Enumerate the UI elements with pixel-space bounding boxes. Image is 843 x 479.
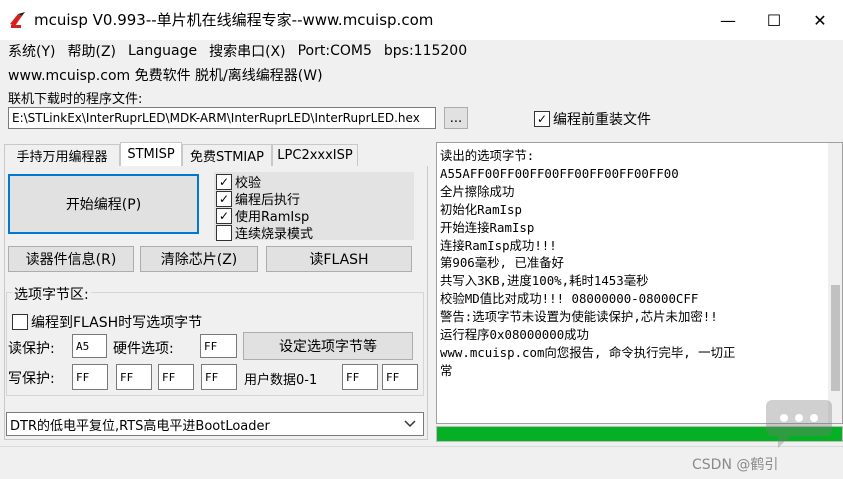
checkbox-box[interactable]: ✓: [216, 207, 232, 224]
log-line: 开始连接RamIsp: [440, 219, 535, 235]
checkbox-box[interactable]: [12, 314, 28, 330]
user-data-input-1[interactable]: FF: [382, 364, 418, 390]
maximize-button[interactable]: ☐: [751, 0, 797, 40]
menu-bps[interactable]: bps:115200: [378, 43, 473, 59]
log-scrollbar[interactable]: [828, 143, 842, 423]
write-protect-label: 写保护:: [8, 371, 55, 387]
menu-help[interactable]: 帮助(Z): [61, 41, 122, 61]
hardware-option-label: 硬件选项:: [113, 341, 174, 357]
log-line: 连接RamIsp成功!!!: [440, 237, 557, 253]
log-line: 常: [440, 362, 453, 378]
log-text: 读出的选项字节: A55AFF00FF00FF00FF00FF00FF00FF00…: [440, 147, 735, 380]
log-line: 初始化RamIsp: [440, 201, 522, 217]
menu-search-port[interactable]: 搜索串口(X): [203, 41, 292, 61]
write-protect-input-0[interactable]: FF: [72, 364, 108, 390]
minimize-button[interactable]: —: [705, 0, 751, 40]
program-file-path-input[interactable]: E:\STLinkEx\InterRuprLED\MDK-ARM\InterRu…: [8, 107, 436, 129]
reload-before-program-checkbox[interactable]: ✓ 编程前重装文件: [534, 109, 651, 129]
user-data-input-0[interactable]: FF: [342, 364, 378, 390]
log-line: 共写入3KB,进度100%,耗时1453毫秒: [440, 273, 649, 289]
close-button[interactable]: ✕: [797, 0, 843, 40]
continuous-burn-label: 连续烧录模式: [235, 227, 314, 242]
log-line: 校验MD值比对成功!!! 08000000-08000CFF: [440, 291, 699, 307]
browse-file-button[interactable]: ...: [444, 107, 468, 129]
checkbox-box[interactable]: ✓: [534, 111, 550, 127]
menu-bar-secondary: www.mcuisp.com 免费软件 脱机/离线编程器(W): [2, 64, 329, 86]
write-protect-input-2[interactable]: FF: [158, 364, 194, 390]
minimize-icon: —: [720, 10, 736, 30]
log-output[interactable]: 读出的选项字节: A55AFF00FF00FF00FF00FF00FF00FF00…: [436, 142, 843, 424]
boot-mode-value: DTR的低电平复位,RTS高电平进BootLoader: [10, 418, 270, 434]
log-line: www.mcuisp.com向您报告, 命令执行完毕, 一切正: [440, 344, 736, 360]
log-line: 读出的选项字节:: [440, 148, 535, 163]
log-line: 全片擦除成功: [440, 183, 515, 199]
chat-watermark-icon: [764, 398, 834, 450]
csdn-watermark: CSDN @鹤引: [692, 457, 779, 473]
hardware-option-input[interactable]: FF: [200, 334, 237, 358]
tab-free-stmiap[interactable]: 免费STMIAP: [182, 144, 272, 166]
tab-handheld-programmer[interactable]: 手持万用编程器: [4, 144, 120, 166]
menu-bar: 系统(Y) 帮助(Z) Language 搜索串口(X) Port:COM5 b…: [2, 40, 473, 62]
user-data-label: 用户数据0-1: [244, 373, 318, 388]
app-logo-icon: [8, 10, 28, 30]
erase-chip-button[interactable]: 清除芯片(Z): [140, 246, 258, 272]
read-protect-input[interactable]: A5: [72, 334, 107, 358]
log-line: 警告:选项字节未设置为使能读保护,芯片未加密!!: [440, 309, 718, 325]
checkbox-box[interactable]: [216, 224, 232, 241]
checkbox-box[interactable]: ✓: [216, 190, 232, 207]
menu-port[interactable]: Port:COM5: [292, 43, 378, 59]
reload-before-program-label: 编程前重装文件: [553, 112, 651, 128]
option-bytes-title: 选项字节区:: [12, 284, 91, 304]
write-protect-input-1[interactable]: FF: [116, 364, 152, 390]
chevron-down-icon[interactable]: [402, 416, 418, 432]
continuous-burn-checkbox[interactable]: 连续烧录模式: [216, 223, 313, 242]
write-option-bytes-checkbox[interactable]: 编程到FLASH时写选项字节: [12, 312, 202, 332]
set-option-bytes-button[interactable]: 设定选项字节等: [243, 332, 413, 360]
log-scrollbar-thumb[interactable]: [831, 285, 840, 391]
close-icon: ✕: [813, 10, 827, 30]
read-flash-button[interactable]: 读FLASH: [266, 246, 412, 272]
menu-language[interactable]: Language: [122, 43, 203, 59]
tab-stmisp[interactable]: STMISP: [120, 142, 182, 166]
maximize-icon: ☐: [766, 10, 782, 30]
read-protect-label: 读保护:: [8, 341, 55, 357]
boot-mode-select[interactable]: DTR的低电平复位,RTS高电平进BootLoader: [6, 412, 424, 436]
write-protect-input-3[interactable]: FF: [201, 364, 237, 390]
menu-offline-programmer[interactable]: www.mcuisp.com 免费软件 脱机/离线编程器(W): [2, 65, 329, 85]
read-device-info-button[interactable]: 读器件信息(R): [8, 246, 134, 272]
window-title: mcuisp V0.993--单片机在线编程专家--www.mcuisp.com: [34, 11, 434, 29]
log-line: 运行程序0x08000000成功: [440, 327, 589, 343]
program-file-label: 联机下载时的程序文件:: [8, 92, 143, 107]
tab-lpc2xxxisp[interactable]: LPC2xxxISP: [272, 144, 358, 166]
log-line: A55AFF00FF00FF00FF00FF00FF00FF00: [440, 165, 679, 181]
checkbox-box[interactable]: ✓: [216, 173, 232, 190]
write-option-bytes-label: 编程到FLASH时写选项字节: [31, 315, 203, 331]
start-programming-button[interactable]: 开始编程(P): [8, 174, 199, 234]
menu-system[interactable]: 系统(Y): [2, 41, 61, 61]
log-line: 第906毫秒, 已准备好: [440, 255, 565, 271]
